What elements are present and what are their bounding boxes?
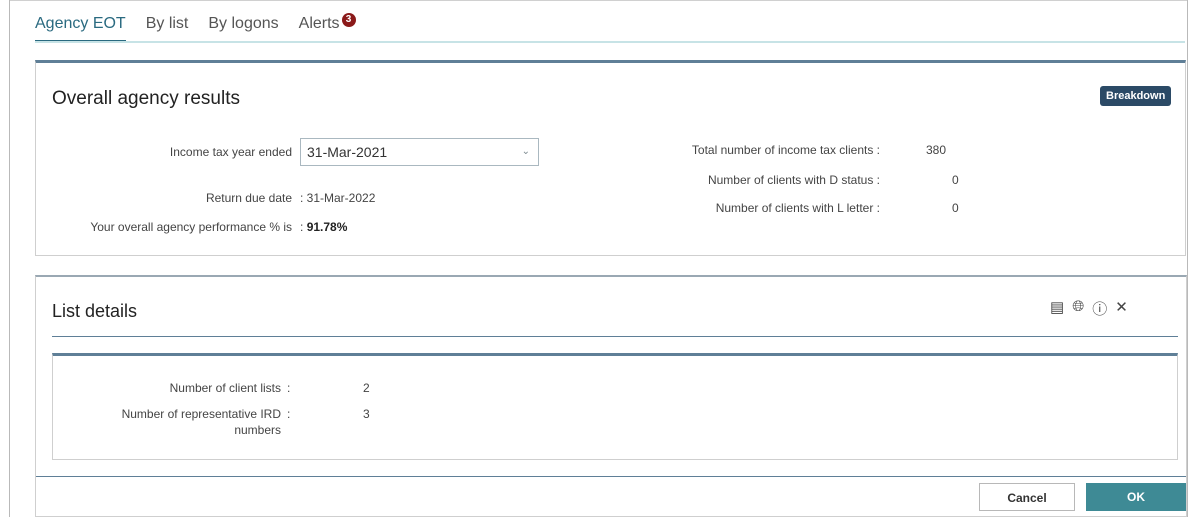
tab-label: By list [145,15,189,32]
frame-left-border [9,0,10,517]
cancel-button[interactable]: Cancel [979,483,1075,511]
tab-by-logons[interactable]: By logons [208,15,278,43]
stat-d-status-label: Number of clients with D status : [707,173,880,187]
stat-l-letter-value: 0 [952,201,959,215]
list-icon[interactable]: ▤ [1050,298,1064,319]
stat-total-clients-value: 380 [926,143,947,157]
overall-results-panel: Overall agency results Breakdown Income … [35,60,1186,256]
performance-value-row: : 91.78% [300,220,347,234]
return-due-value: : 31-Mar-2022 [300,191,376,205]
frame-top-border [9,0,1188,1]
globe-icon[interactable]: 🌐︎ [1072,298,1084,319]
chevron-down-icon: ⌄ [521,146,530,157]
client-lists-label: Number of client lists [169,381,281,395]
client-lists-value: 2 [363,381,370,395]
tab-bar: Agency EOT By list By logons Alerts 3 [35,13,376,43]
panel-actions: ▤ 🌐︎ ⓘ ✕ [1050,298,1128,319]
tab-underline [35,41,1185,43]
return-due-label: Return due date [205,191,292,205]
performance-value: 91.78% [306,220,348,234]
list-details-panel: List details ▤ 🌐︎ ⓘ ✕ Number of client l… [35,275,1187,517]
overall-results-title: Overall agency results [52,88,240,109]
ird-numbers-label-line2: numbers [234,423,281,437]
performance-label: Your overall agency performance % is [90,220,292,234]
income-tax-year-value: 31-Mar-2021 [307,144,388,160]
ird-numbers-separator: : [287,407,291,421]
stat-d-status-value: 0 [952,173,959,187]
tab-by-list[interactable]: By list [146,15,189,43]
help-icon[interactable]: ⓘ [1092,298,1107,319]
stat-total-clients-label: Total number of income tax clients : [691,143,880,157]
client-lists-separator: : [287,381,291,395]
stat-l-letter-label: Number of clients with L letter : [715,201,880,215]
tab-agency-eot[interactable]: Agency EOT [35,15,126,43]
income-tax-year-select[interactable]: 31-Mar-2021 ⌄ [300,138,539,166]
list-details-box: Number of client lists : 2 Number of rep… [52,353,1178,460]
close-icon[interactable]: ✕ [1115,298,1128,319]
income-tax-year-label: Income tax year ended [169,145,292,159]
alerts-count-badge: 3 [341,13,356,27]
list-details-divider [52,336,1178,337]
footer-divider [36,476,1186,477]
ok-button[interactable]: OK [1086,483,1186,511]
frame-right-border [1187,0,1188,517]
tab-label: Agency EOT [35,15,126,32]
ird-numbers-label-line1: Number of representative IRD [121,407,281,421]
list-details-title: List details [52,301,138,321]
breakdown-button[interactable]: Breakdown [1100,86,1172,106]
performance-separator: : [300,220,304,234]
ird-numbers-value: 3 [363,407,370,421]
tab-label: By logons [208,15,279,32]
tab-label: Alerts [298,15,340,32]
tab-alerts[interactable]: Alerts 3 [298,13,356,43]
